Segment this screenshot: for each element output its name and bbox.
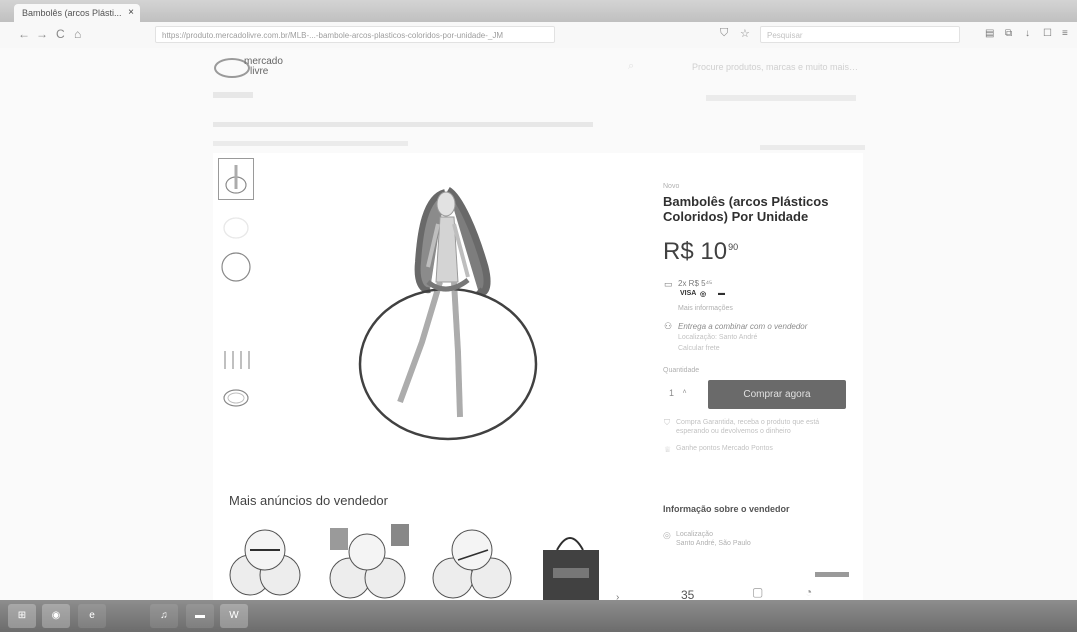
seller-ad-2[interactable]: [325, 520, 415, 600]
firefox-icon[interactable]: ◉: [42, 604, 70, 628]
thumbnail-1[interactable]: [218, 158, 254, 200]
card-brand-icon: ▬: [718, 290, 725, 297]
price-cents: 90: [728, 242, 739, 252]
home-icon[interactable]: ⌂: [74, 27, 81, 41]
nav-placeholder: [213, 92, 253, 98]
price-integer: 10: [700, 238, 728, 265]
address-bar[interactable]: https://produto.mercadolivre.com.br/MLB-…: [155, 26, 555, 43]
menu-icon[interactable]: ≡: [1062, 28, 1068, 39]
nav-placeholder: [706, 95, 856, 101]
seller-ad-1[interactable]: [225, 520, 305, 600]
chevron-up-icon[interactable]: ˄: [683, 389, 687, 396]
browser-nav-bar: ← → C ⌂ https://produto.mercadolivre.com…: [0, 22, 1077, 49]
price-currency: R$: [663, 238, 694, 265]
message-icon: ▢: [752, 585, 764, 599]
seller-ad-4[interactable]: [535, 528, 605, 600]
thumbnail-5[interactable]: [218, 380, 254, 422]
installments: 2x R$ 5⁴⁵: [678, 279, 713, 288]
home-page-icon[interactable]: ☐: [1043, 28, 1052, 39]
pocket-icon[interactable]: ⧉: [1005, 28, 1012, 39]
product-main-image[interactable]: [340, 172, 555, 442]
credit-card-icon: ▭: [664, 279, 673, 289]
seller-info-title: Informação sobre o vendedor: [663, 504, 790, 514]
thumbnail-2[interactable]: [218, 205, 254, 247]
calculate-shipping-link[interactable]: Calcular frete: [678, 345, 720, 352]
delivery-location: Localização: Santo André: [678, 334, 758, 341]
star-icon[interactable]: ☆: [740, 27, 750, 40]
ie-icon[interactable]: e: [78, 604, 106, 628]
close-tab-icon[interactable]: ×: [128, 4, 134, 22]
library-icon[interactable]: ▤: [985, 28, 994, 39]
shield-check-icon: ⛉: [664, 418, 670, 427]
shield-icon[interactable]: ⛉: [720, 27, 728, 40]
points-text: Ganhe pontos Mercado Pontos: [676, 445, 773, 452]
start-icon[interactable]: ⊞: [8, 604, 36, 628]
more-ads-title: Mais anúncios do vendedor: [229, 493, 388, 508]
quantity-label: Quantidade: [663, 367, 700, 374]
clock-icon: ◔: [805, 585, 813, 599]
buy-now-button[interactable]: Comprar agora: [708, 380, 846, 409]
product-title: Bambolês (arcos Plásticos Coloridos) Por…: [663, 194, 829, 224]
browser-tab[interactable]: Bambolês (arcos Plásti... ×: [14, 4, 140, 22]
media-icon[interactable]: ♫: [150, 604, 178, 628]
browser-tab-bar: Bambolês (arcos Plásti... ×: [0, 0, 1077, 22]
mastercard-icon: ◎: [700, 291, 707, 298]
mercadolivre-logo[interactable]: mercado livre: [214, 55, 304, 81]
quantity-value: 1: [669, 388, 675, 398]
breadcrumb: [213, 122, 593, 127]
people-icon: ⚇: [664, 321, 673, 331]
product-condition: Novo: [663, 183, 680, 190]
logo-text-line2: livre: [250, 66, 269, 77]
search-icon[interactable]: ⌕: [628, 60, 634, 73]
delivery-info: Entrega a combinar com o vendedor: [678, 322, 808, 331]
location-pin-icon: ◎: [663, 530, 671, 540]
trophy-icon: ♕: [664, 445, 672, 454]
product-price: R$ 1090: [663, 238, 738, 266]
tab-title: Bambolês (arcos Plásti...: [22, 8, 122, 18]
reputation-bar: [815, 572, 849, 577]
back-icon[interactable]: ←: [18, 27, 30, 41]
seller-ad-3[interactable]: [428, 520, 523, 600]
quantity-stepper[interactable]: 1 ˄: [663, 380, 701, 406]
visa-icon: VISA: [680, 290, 697, 297]
payment-info-link[interactable]: Mais informações: [678, 305, 733, 312]
forward-icon[interactable]: →: [36, 27, 48, 41]
thumbnail-4[interactable]: [218, 340, 254, 382]
browser-search-input[interactable]: Pesquisar: [760, 26, 960, 43]
category-links: [213, 141, 408, 146]
share-links: [760, 145, 865, 150]
seller-location: Localização Santo André, São Paulo: [676, 531, 751, 547]
word-icon[interactable]: W: [220, 604, 248, 628]
thumbnail-3[interactable]: [218, 245, 254, 287]
purchase-protection-text: Compra Garantida, receba o produto que e…: [676, 419, 820, 435]
folder-icon[interactable]: ▬: [186, 604, 214, 628]
download-icon[interactable]: ↓: [1025, 28, 1030, 39]
header-search-input[interactable]: Procure produtos, marcas e muito mais…: [692, 62, 932, 72]
reload-icon[interactable]: C: [56, 27, 65, 41]
